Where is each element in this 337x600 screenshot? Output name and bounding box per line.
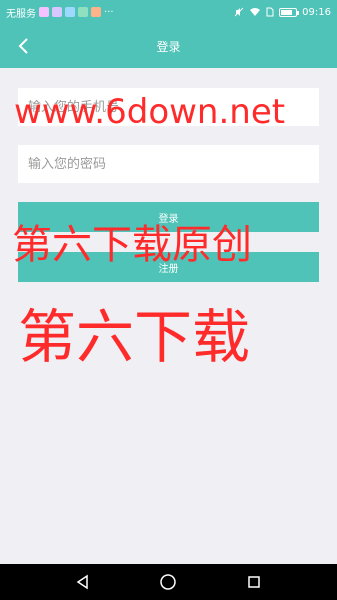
login-button-label: 登录 xyxy=(158,213,179,225)
circle-home-icon xyxy=(160,574,177,590)
register-button[interactable]: 注册 xyxy=(18,252,319,282)
status-right: 09:16 xyxy=(234,7,331,18)
app-notification-icon xyxy=(78,7,88,17)
register-button-label: 注册 xyxy=(158,263,179,275)
watermark-brand: 第六下载 xyxy=(18,303,251,371)
carrier-text: 无服务 xyxy=(6,8,36,20)
app-notification-icon xyxy=(39,7,49,17)
page-title: 登录 xyxy=(156,39,181,54)
more-notifications: ··· xyxy=(104,6,114,18)
password-input[interactable] xyxy=(18,145,319,183)
battery-icon xyxy=(279,7,300,17)
app-header: 登录 xyxy=(0,24,337,68)
nav-home-button[interactable] xyxy=(148,564,188,600)
status-bar: 无服务 ··· 09:16 xyxy=(0,0,337,24)
app-notification-icon xyxy=(52,7,62,17)
app-notification-icon xyxy=(65,7,75,17)
app-notification-icon xyxy=(91,7,101,17)
sim-icon xyxy=(266,7,274,17)
square-recents-icon xyxy=(248,576,260,588)
back-button[interactable] xyxy=(8,24,40,68)
status-left: 无服务 ··· xyxy=(6,5,114,20)
nav-recents-button[interactable] xyxy=(234,564,274,600)
status-time: 09:16 xyxy=(302,6,331,18)
system-nav-bar xyxy=(0,564,337,600)
phone-input[interactable] xyxy=(18,88,319,126)
wifi-icon xyxy=(250,8,261,16)
login-button[interactable]: 登录 xyxy=(18,202,319,232)
chevron-left-icon xyxy=(18,38,28,54)
nav-back-button[interactable] xyxy=(63,564,103,600)
triangle-back-icon xyxy=(76,574,88,590)
mute-icon xyxy=(234,7,244,17)
